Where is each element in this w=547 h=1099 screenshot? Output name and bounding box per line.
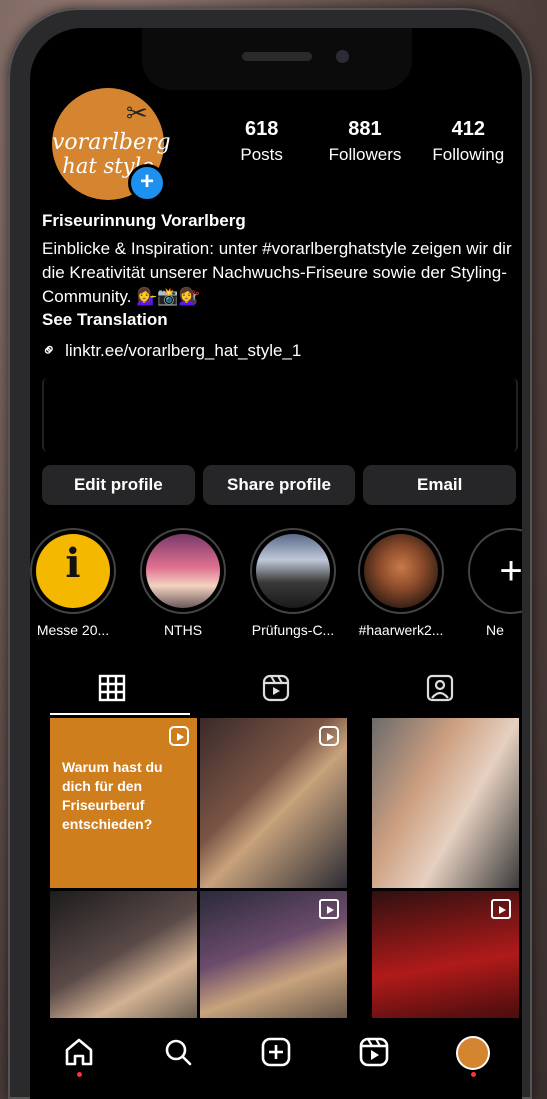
highlight-thumbnail bbox=[364, 534, 438, 608]
carousel-icon bbox=[319, 899, 339, 919]
avatar-logo-line1: vorarlberg bbox=[52, 130, 171, 155]
share-profile-button[interactable]: Share profile bbox=[202, 465, 356, 505]
story-highlights: i Messe 20... NTHS Prüfungs-C... #haarwe… bbox=[30, 528, 522, 638]
screen: ✂ vorarlberg hat style + 618 Posts 881 F… bbox=[30, 28, 522, 1099]
nav-search[interactable] bbox=[128, 1018, 226, 1099]
stat-following-count: 412 bbox=[451, 118, 485, 140]
carousel-icon bbox=[491, 899, 511, 919]
info-icon: i bbox=[36, 534, 110, 608]
reels-nav-icon bbox=[360, 1037, 389, 1067]
search-icon bbox=[165, 1039, 191, 1066]
speaker bbox=[242, 52, 312, 61]
profile-avatar-small bbox=[455, 1036, 490, 1070]
highlight-new-inner: + bbox=[474, 534, 522, 608]
stat-followers[interactable]: 881 Followers bbox=[313, 118, 416, 165]
stat-following[interactable]: 412 Following bbox=[417, 118, 520, 165]
stat-followers-count: 881 bbox=[348, 118, 382, 140]
post-text: Warum hast du dich für den Friseurberuf … bbox=[62, 759, 163, 832]
see-translation-link[interactable]: See Translation bbox=[42, 310, 168, 330]
profile-bio: Einblicke & Inspiration: unter #vorarlbe… bbox=[42, 239, 512, 306]
stat-posts[interactable]: 618 Posts bbox=[210, 118, 313, 165]
nav-profile[interactable] bbox=[424, 1018, 522, 1099]
active-tab-indicator bbox=[50, 713, 190, 715]
stat-following-label: Following bbox=[432, 145, 505, 164]
add-story-icon[interactable]: + bbox=[128, 164, 166, 202]
nav-reels[interactable] bbox=[325, 1018, 423, 1099]
stat-posts-count: 618 bbox=[244, 118, 279, 140]
highlight-new[interactable]: + Ne bbox=[466, 528, 522, 638]
highlight-messe[interactable]: i Messe 20... bbox=[30, 528, 118, 638]
highlight-haarwerk[interactable]: #haarwerk2... bbox=[356, 528, 446, 638]
front-camera bbox=[336, 50, 349, 63]
nav-create[interactable] bbox=[227, 1018, 325, 1099]
create-post-icon bbox=[261, 1037, 291, 1067]
link-icon: ⚭ bbox=[36, 337, 62, 363]
tab-tagged[interactable] bbox=[358, 660, 522, 715]
tagged-icon bbox=[426, 674, 454, 701]
stat-followers-label: Followers bbox=[328, 145, 402, 164]
highlight-label: Ne bbox=[486, 622, 504, 638]
scissors-icon: ✂ bbox=[126, 98, 148, 128]
highlight-thumbnail bbox=[256, 534, 330, 608]
edit-profile-button[interactable]: Edit profile bbox=[42, 465, 195, 505]
post-tile[interactable] bbox=[200, 718, 347, 888]
reel-icon bbox=[319, 726, 339, 746]
notification-dot bbox=[470, 1072, 476, 1077]
profile-stats: 618 Posts 881 Followers 412 Following bbox=[210, 118, 520, 165]
profile-name: Friseurinnung Vorarlberg bbox=[42, 211, 246, 230]
tab-grid[interactable] bbox=[30, 660, 194, 715]
profile-tabs bbox=[30, 660, 522, 715]
highlight-ring bbox=[358, 528, 444, 614]
highlight-label: Messe 20... bbox=[36, 622, 110, 638]
bottom-navigation bbox=[30, 1018, 522, 1099]
highlight-pruefung[interactable]: Prüfungs-C... bbox=[248, 528, 338, 638]
profile-action-buttons: Edit profile Share profile Email bbox=[42, 465, 517, 505]
tab-reels[interactable] bbox=[194, 660, 358, 715]
highlight-ring bbox=[250, 528, 336, 614]
highlight-ring: i bbox=[30, 528, 116, 614]
profile-link[interactable]: ⚭ linktr.ee/vorarlberg_hat_style_1 bbox=[37, 338, 302, 363]
highlight-nths[interactable]: NTHS bbox=[138, 528, 228, 638]
nav-home[interactable] bbox=[30, 1018, 128, 1099]
reel-icon bbox=[169, 726, 189, 746]
reels-icon bbox=[262, 674, 290, 701]
phone-frame: ✂ vorarlberg hat style + 618 Posts 881 F… bbox=[8, 8, 532, 1099]
notification-dot bbox=[77, 1072, 83, 1077]
stat-posts-label: Posts bbox=[240, 145, 283, 164]
highlight-thumbnail bbox=[146, 534, 220, 608]
professional-dashboard-area bbox=[42, 378, 518, 452]
highlight-label: Prüfungs-C... bbox=[251, 622, 335, 638]
profile-link-text: linktr.ee/vorarlberg_hat_style_1 bbox=[65, 340, 302, 360]
highlight-ring: + bbox=[468, 528, 522, 614]
post-tile[interactable]: Warum hast du dich für den Friseurberuf … bbox=[50, 718, 197, 888]
home-icon bbox=[65, 1038, 93, 1066]
grid-icon bbox=[98, 674, 126, 701]
highlight-label: NTHS bbox=[163, 622, 203, 638]
email-button[interactable]: Email bbox=[363, 465, 517, 505]
notch bbox=[142, 28, 412, 90]
highlight-ring bbox=[140, 528, 226, 614]
plus-icon: + bbox=[499, 549, 522, 593]
post-tile[interactable] bbox=[372, 718, 519, 888]
highlight-label: #haarwerk2... bbox=[358, 622, 444, 638]
